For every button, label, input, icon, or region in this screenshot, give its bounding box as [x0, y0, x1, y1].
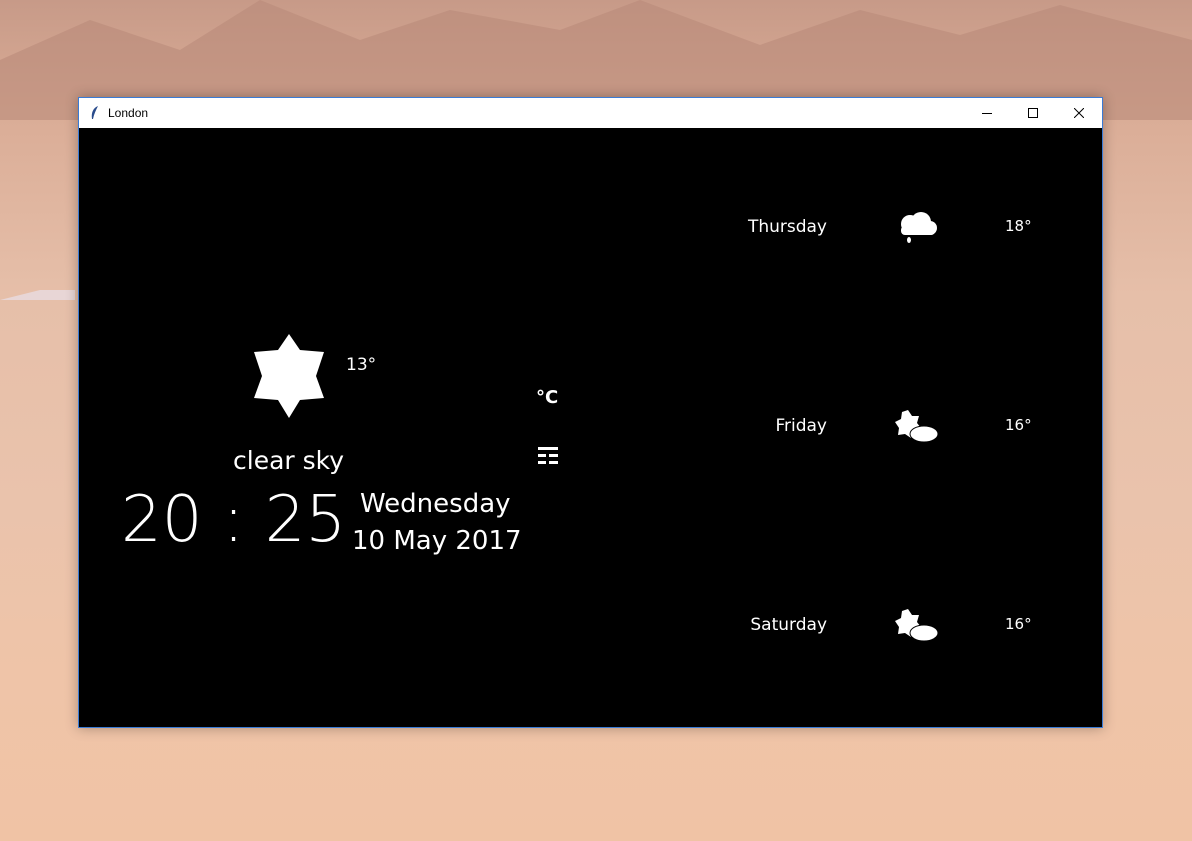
forecast-temperature: 16°	[1005, 615, 1032, 633]
maximize-icon	[1028, 108, 1038, 118]
clock-hours: 20	[121, 483, 203, 557]
minimize-button[interactable]	[964, 98, 1010, 128]
close-button[interactable]	[1056, 98, 1102, 128]
weather-panel: 13° clear sky 20 : 25 Wednesday 10 May 2…	[79, 128, 1102, 727]
weather-description: clear sky	[233, 446, 345, 475]
cloud-rain-icon	[901, 212, 937, 243]
clock: 20 : 25	[121, 483, 346, 557]
forecast-day: Saturday	[750, 615, 827, 635]
clock-minutes: 25	[264, 483, 347, 557]
window-title: London	[108, 106, 149, 120]
clock-separator: :	[222, 483, 245, 557]
date: 10 May 2017	[352, 526, 522, 556]
partly-cloudy-icon	[895, 410, 939, 443]
forecast-day: Friday	[775, 416, 827, 436]
current-temperature: 13°	[346, 355, 377, 375]
forecast-temperature: 18°	[1005, 217, 1032, 235]
maximize-button[interactable]	[1010, 98, 1056, 128]
forecast-temperature: 16°	[1005, 416, 1032, 434]
unit-toggle-button[interactable]: °C	[536, 387, 558, 408]
sun-icon	[254, 334, 324, 418]
title-bar: London	[79, 98, 1102, 128]
forecast-day: Thursday	[747, 217, 827, 237]
weekday: Wednesday	[360, 489, 511, 519]
menu-icon[interactable]	[538, 447, 558, 465]
app-window: London 13° clear sky 20 : 25 Wednesday 1…	[78, 97, 1103, 728]
minimize-icon	[982, 113, 992, 114]
close-icon	[1074, 108, 1084, 118]
partly-cloudy-icon	[895, 609, 939, 642]
feather-icon	[91, 106, 98, 119]
